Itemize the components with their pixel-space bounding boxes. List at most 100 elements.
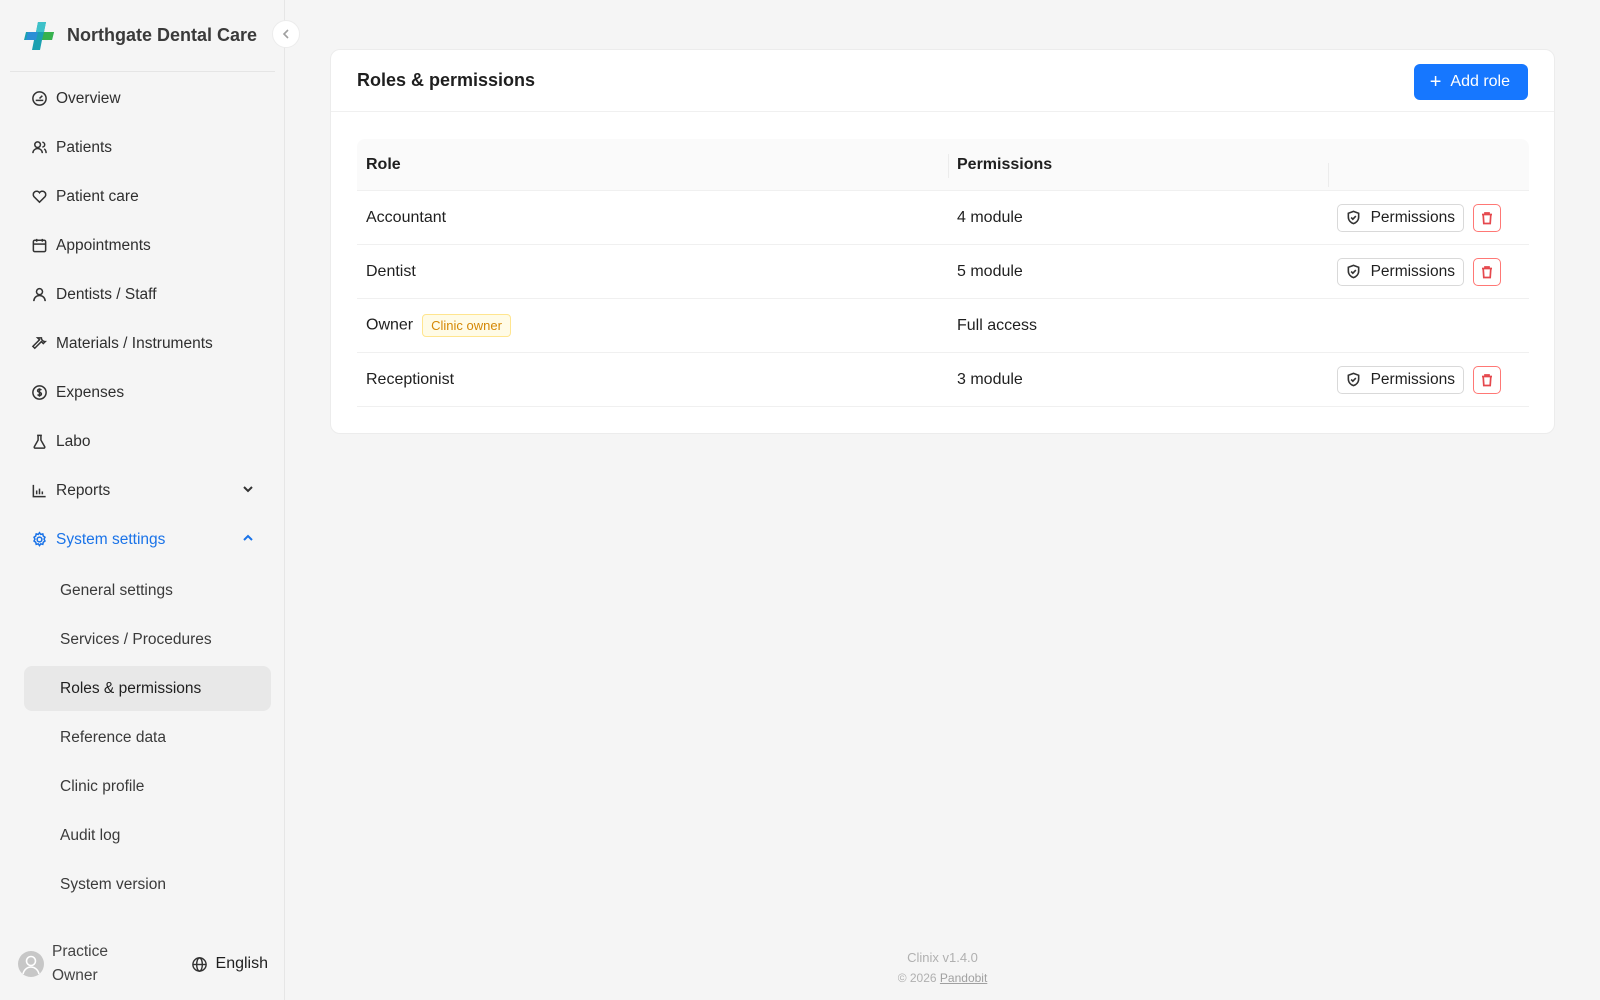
- sidebar-footer: Practice Owner English: [18, 938, 278, 990]
- nav-label: Materials / Instruments: [56, 334, 213, 352]
- clinic-owner-badge: Clinic owner: [422, 314, 511, 337]
- company-link[interactable]: Pandobit: [940, 971, 987, 985]
- trash-icon: [1482, 211, 1492, 224]
- actions-cell: Permissions: [1328, 257, 1529, 286]
- roles-card: Roles & permissions + Add role Role Perm…: [330, 49, 1555, 434]
- nav-label: System settings: [56, 530, 166, 548]
- chevron-up-icon[interactable]: [241, 531, 255, 545]
- permissions-button[interactable]: Permissions: [1336, 257, 1464, 286]
- main-nav: Overview Patients Patient care Appointme…: [24, 74, 271, 911]
- roles-table: Role Permissions Accountant 4 module Per…: [357, 139, 1529, 407]
- delete-role-button[interactable]: [1473, 203, 1501, 232]
- column-header-permissions: Permissions: [948, 153, 1328, 178]
- table-header: Role Permissions: [357, 139, 1529, 191]
- user-name[interactable]: Practice Owner: [52, 940, 122, 988]
- brand-name: Northgate Dental Care: [67, 25, 258, 45]
- card-header: Roles & permissions + Add role: [331, 50, 1554, 112]
- nav-label: Expenses: [56, 383, 125, 401]
- language-label: English: [215, 955, 268, 972]
- logo-icon: [24, 21, 54, 50]
- role-cell: Accountant: [366, 208, 447, 226]
- nav-label: Patient care: [56, 187, 139, 205]
- calendar-icon: [30, 237, 48, 255]
- trash-icon: [1482, 373, 1492, 386]
- sub-item-services-procedures[interactable]: Services / Procedures: [24, 617, 271, 662]
- nav-item-reports[interactable]: Reports: [24, 466, 271, 515]
- trash-icon: [1482, 265, 1492, 278]
- copyright-text: © 2026: [897, 971, 937, 985]
- user-icon: [30, 286, 48, 304]
- delete-role-button[interactable]: [1473, 257, 1501, 286]
- users-icon: [30, 139, 48, 157]
- sub-item-reference-data[interactable]: Reference data: [24, 715, 271, 760]
- nav-item-appointments[interactable]: Appointments: [24, 221, 271, 270]
- avatar[interactable]: [18, 951, 44, 977]
- table-row: Receptionist 3 module Permissions: [357, 353, 1529, 407]
- app-version: Clinix v1.4.0: [907, 950, 978, 965]
- nav-item-materials[interactable]: Materials / Instruments: [24, 319, 271, 368]
- permissions-button[interactable]: Permissions: [1336, 203, 1464, 232]
- sub-item-roles-permissions[interactable]: Roles & permissions: [24, 666, 271, 711]
- nav-item-patients[interactable]: Patients: [24, 123, 271, 172]
- system-settings-submenu: General settings Services / Procedures R…: [24, 568, 271, 907]
- role-name: Owner: [366, 316, 414, 334]
- nav-label: Overview: [56, 89, 121, 107]
- page-title: Roles & permissions: [357, 70, 536, 90]
- permissions-cell: 3 module: [957, 370, 1023, 388]
- dollar-icon: [30, 384, 48, 402]
- permissions-button-label: Permissions: [1370, 262, 1455, 280]
- role-cell: Receptionist: [366, 370, 455, 388]
- user-avatar-icon: [22, 955, 40, 975]
- chevron-left-icon: [282, 29, 289, 39]
- permissions-cell: 5 module: [957, 262, 1023, 280]
- collapse-sidebar-button[interactable]: [272, 20, 300, 48]
- delete-role-button[interactable]: [1473, 365, 1501, 394]
- add-role-button[interactable]: + Add role: [1413, 64, 1528, 100]
- table-row: Accountant 4 module Permissions: [357, 191, 1529, 245]
- plus-icon: +: [1429, 71, 1442, 93]
- role-cell: Dentist: [366, 262, 416, 280]
- chevron-down-icon[interactable]: [241, 482, 255, 496]
- nav-item-expenses[interactable]: Expenses: [24, 368, 271, 417]
- sub-item-general-settings[interactable]: General settings: [24, 568, 271, 613]
- permissions-button[interactable]: Permissions: [1336, 365, 1464, 394]
- nav-item-patient-care[interactable]: Patient care: [24, 172, 271, 221]
- sub-item-clinic-profile[interactable]: Clinic profile: [24, 764, 271, 809]
- actions-cell: Permissions: [1328, 365, 1529, 394]
- shield-check-icon: [1347, 264, 1360, 279]
- shield-check-icon: [1347, 372, 1360, 387]
- nav-label: Patients: [56, 138, 113, 156]
- tool-icon: [30, 335, 48, 353]
- sub-item-system-version[interactable]: System version: [24, 862, 271, 907]
- brand[interactable]: Northgate Dental Care: [10, 0, 275, 72]
- heart-icon: [30, 188, 48, 206]
- nav-item-overview[interactable]: Overview: [24, 74, 271, 123]
- globe-icon: [191, 956, 207, 972]
- nav-label: Appointments: [56, 236, 151, 254]
- sub-item-audit-log[interactable]: Audit log: [24, 813, 271, 858]
- language-selector[interactable]: English: [191, 955, 268, 973]
- table-row: Owner Clinic owner Full access: [357, 299, 1529, 353]
- role-cell: Owner Clinic owner: [357, 314, 948, 337]
- permissions-cell: 4 module: [957, 208, 1023, 226]
- chart-icon: [30, 482, 48, 500]
- permissions-cell: Full access: [957, 316, 1038, 334]
- copyright: © 2026 Pandobit: [830, 971, 1055, 985]
- nav-label: Reports: [56, 481, 111, 499]
- nav-label: Labo: [56, 432, 91, 450]
- nav-item-system-settings[interactable]: System settings: [24, 515, 271, 564]
- permissions-button-label: Permissions: [1370, 370, 1455, 388]
- gear-icon: [30, 531, 48, 549]
- add-role-label: Add role: [1450, 73, 1510, 90]
- table-row: Dentist 5 module Permissions: [357, 245, 1529, 299]
- nav-item-dentists-staff[interactable]: Dentists / Staff: [24, 270, 271, 319]
- nav-item-labo[interactable]: Labo: [24, 417, 271, 466]
- sidebar: Northgate Dental Care Overview Patients …: [0, 0, 300, 1000]
- actions-cell: Permissions: [1328, 203, 1529, 232]
- flask-icon: [30, 433, 48, 451]
- permissions-button-label: Permissions: [1370, 208, 1455, 226]
- nav-label: Dentists / Staff: [56, 285, 157, 303]
- dashboard-icon: [30, 90, 48, 108]
- column-header-role: Role: [366, 155, 401, 173]
- shield-check-icon: [1347, 210, 1360, 225]
